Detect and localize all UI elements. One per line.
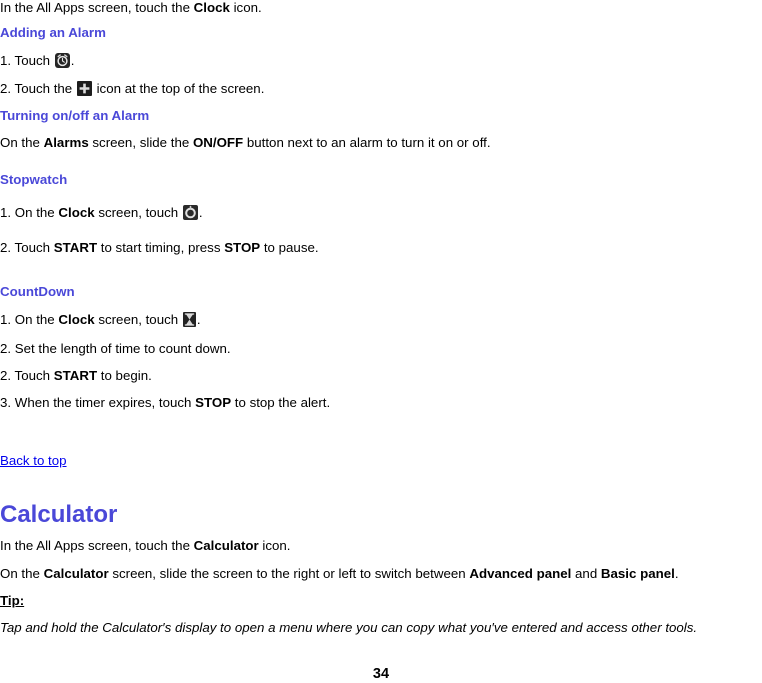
calculator-line2-bold-advanced-panel: Advanced panel	[469, 566, 572, 581]
section-heading-calculator: Calculator	[0, 501, 118, 528]
stopwatch-step-1: 1. On the Clock screen, touch .	[0, 204, 203, 221]
adding-alarm-step1-after: .	[70, 53, 75, 68]
stopwatch-step1-bold-clock: Clock	[58, 205, 95, 220]
countdown-step1-bold-clock: Clock	[58, 312, 95, 327]
adding-alarm-step2-after: icon at the top of the screen.	[92, 81, 265, 96]
hourglass-timer-icon[interactable]	[182, 312, 196, 327]
turning-alarm-paragraph: On the Alarms screen, slide the ON/OFF b…	[0, 134, 491, 151]
intro-text-after: icon.	[229, 0, 262, 15]
back-to-top-link-wrapper: Back to top	[0, 452, 67, 469]
section-heading-adding-an-alarm: Adding an Alarm	[0, 25, 106, 40]
stopwatch-step2-text-a: 2. Touch	[0, 240, 54, 255]
calculator-line2-text-a: On the	[0, 566, 44, 581]
adding-alarm-step1-before: 1. Touch	[0, 53, 54, 68]
calculator-line2-bold-calculator: Calculator	[43, 566, 109, 581]
calculator-line1-text-b: icon.	[258, 538, 291, 553]
countdown-step-2: 2. Set the length of time to count down.	[0, 341, 231, 356]
countdown-step4-text-a: 3. When the timer expires, touch	[0, 395, 196, 410]
calculator-line-2: On the Calculator screen, slide the scre…	[0, 565, 679, 582]
calculator-line2-text-b: screen, slide the screen to the right or…	[108, 566, 470, 581]
section-heading-stopwatch: Stopwatch	[0, 172, 68, 187]
section-heading-turning-on-off-an-alarm: Turning on/off an Alarm	[0, 108, 150, 123]
stopwatch-step1-text-b: screen, touch	[94, 205, 182, 220]
calculator-line1-bold: Calculator	[193, 538, 259, 553]
tip-text: Tap and hold the Calculator′s display to…	[0, 620, 698, 635]
intro-paragraph: In the All Apps screen, touch the Clock …	[0, 0, 262, 16]
stopwatch-step1-text-c: .	[198, 205, 203, 220]
turning-alarm-text-a: On the	[0, 135, 44, 150]
stopwatch-step2-text-c: to pause.	[260, 240, 319, 255]
adding-alarm-step-1: 1. Touch .	[0, 52, 74, 69]
tip-label: Tip:	[0, 593, 25, 608]
manual-page: In the All Apps screen, touch the Clock …	[0, 0, 762, 683]
countdown-step-3: 2. Touch START to begin.	[0, 367, 152, 384]
stopwatch-step-2: 2. Touch START to start timing, press ST…	[0, 239, 319, 256]
calculator-line2-text-c: and	[571, 566, 601, 581]
stopwatch-icon[interactable]	[182, 205, 198, 220]
adding-alarm-step-2: 2. Touch the icon at the top of the scre…	[0, 80, 264, 97]
turning-alarm-text-c: button next to an alarm to turn it on or…	[243, 135, 491, 150]
countdown-step1-text-a: 1. On the	[0, 312, 59, 327]
adding-alarm-step2-before: 2. Touch the	[0, 81, 76, 96]
countdown-step3-bold-start: START	[53, 368, 98, 383]
stopwatch-step2-bold-stop: STOP	[224, 240, 261, 255]
countdown-step-4: 3. When the timer expires, touch STOP to…	[0, 394, 330, 411]
section-heading-countdown: CountDown	[0, 284, 75, 299]
calculator-line1-text-a: In the All Apps screen, touch the	[0, 538, 194, 553]
plus-icon[interactable]	[76, 81, 92, 96]
stopwatch-step2-bold-start: START	[53, 240, 98, 255]
countdown-step4-bold-stop: STOP	[195, 395, 232, 410]
countdown-step3-text-a: 2. Touch	[0, 368, 54, 383]
countdown-step-1: 1. On the Clock screen, touch .	[0, 311, 201, 328]
stopwatch-step1-text-a: 1. On the	[0, 205, 59, 220]
countdown-step3-text-b: to begin.	[97, 368, 152, 383]
turning-alarm-bold-onoff: ON/OFF	[192, 135, 244, 150]
intro-text-before: In the All Apps screen, touch the	[0, 0, 194, 15]
countdown-step1-text-b: screen, touch	[94, 312, 182, 327]
intro-clock-bold: Clock	[193, 0, 230, 15]
alarm-clock-icon[interactable]	[54, 53, 70, 68]
back-to-top-link[interactable]: Back to top	[0, 453, 67, 468]
countdown-step4-text-b: to stop the alert.	[231, 395, 331, 410]
calculator-line2-bold-basic-panel: Basic panel	[600, 566, 675, 581]
stopwatch-step2-text-b: to start timing, press	[97, 240, 225, 255]
calculator-line2-text-d: .	[674, 566, 679, 581]
calculator-line-1: In the All Apps screen, touch the Calcul…	[0, 537, 291, 554]
countdown-step1-text-c: .	[196, 312, 201, 327]
turning-alarm-bold-alarms: Alarms	[43, 135, 89, 150]
turning-alarm-text-b: screen, slide the	[88, 135, 193, 150]
page-number: 34	[372, 666, 390, 682]
